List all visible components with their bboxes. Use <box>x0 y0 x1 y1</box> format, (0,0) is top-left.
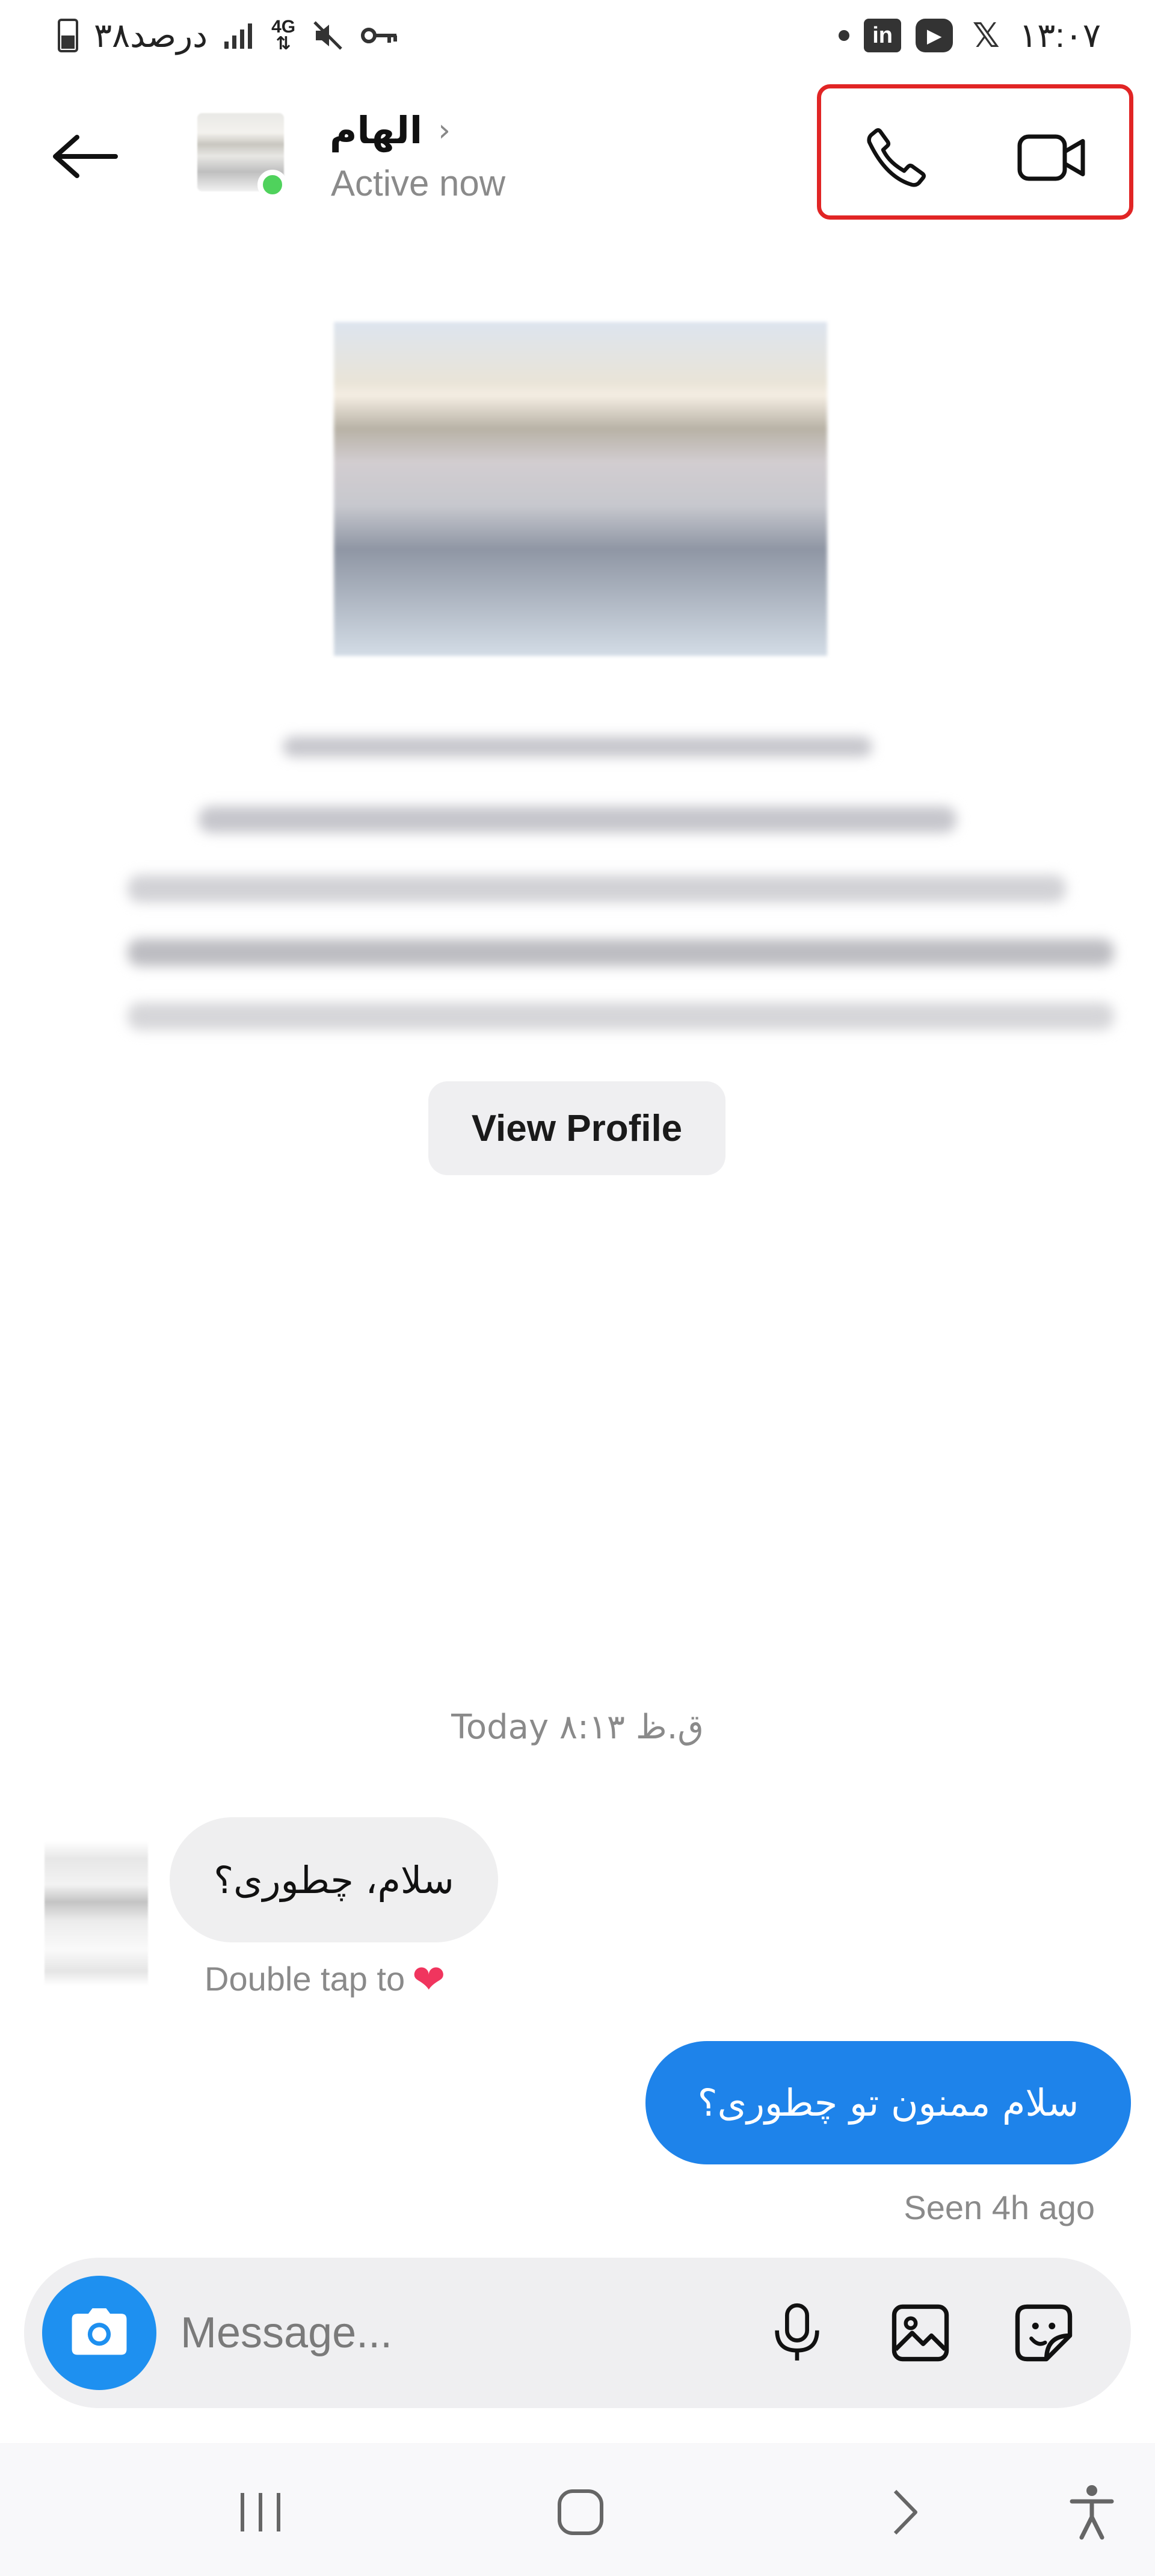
microphone-icon <box>775 2303 819 2361</box>
accessibility-button[interactable] <box>1047 2467 1137 2557</box>
image-icon <box>892 2304 949 2362</box>
contact-avatar[interactable] <box>197 113 288 200</box>
voice-message-button[interactable] <box>758 2294 836 2372</box>
chevron-right-icon: › <box>438 112 451 149</box>
profile-info-line-3 <box>128 1002 1114 1030</box>
video-camera-icon <box>1017 134 1085 181</box>
outgoing-message[interactable]: سلام ممنون تو چطوری؟ <box>645 2041 1131 2164</box>
message-composer <box>24 2258 1131 2408</box>
back-button[interactable] <box>42 114 126 199</box>
call-actions-highlight <box>817 84 1133 220</box>
contact-name: الهام <box>330 108 423 152</box>
x-icon: 𝕏 <box>972 16 1000 54</box>
sticker-icon <box>1015 2304 1073 2362</box>
chevron-right-icon <box>893 2489 917 2535</box>
dot-icon <box>839 30 850 41</box>
status-right: in ▶ 𝕏 ۱۳:۰۷ <box>839 16 1101 55</box>
camera-button[interactable] <box>42 2276 156 2390</box>
system-nav-bar <box>0 2443 1155 2576</box>
outgoing-message-text: سلام ممنون تو چطوری؟ <box>697 2081 1079 2125</box>
heart-icon: ❤ <box>412 1956 446 2001</box>
online-indicator <box>257 170 288 200</box>
home-button[interactable] <box>535 2467 626 2557</box>
double-tap-text: Double tap to <box>205 1960 405 1998</box>
incoming-message[interactable]: سلام، چطوری؟ <box>170 1817 498 1942</box>
message-timestamp: Today ۸:۱۳ ق.ظ <box>451 1708 704 1747</box>
data-arrows-icon: ⇅ <box>276 34 291 54</box>
linkedin-icon: in <box>864 19 902 52</box>
double-tap-hint: Double tap to ❤ <box>205 1956 446 2001</box>
audio-call-button[interactable] <box>857 119 935 197</box>
youtube-icon: ▶ <box>916 19 953 52</box>
battery-icon <box>58 19 78 52</box>
phone-icon <box>867 128 926 187</box>
sticker-button[interactable] <box>1005 2294 1083 2372</box>
message-input[interactable] <box>180 2294 722 2372</box>
signal-icon <box>224 23 253 49</box>
profile-picture <box>334 322 827 656</box>
profile-username-blurred <box>199 806 956 833</box>
gallery-button[interactable] <box>881 2294 959 2372</box>
status-left: ۳۸درصد 4G ⇅ <box>58 16 399 55</box>
seen-status: Seen 4h ago <box>904 2188 1095 2226</box>
chat-screen: ۳۸درصد 4G ⇅ in ▶ 𝕏 ۱۳:۰۷ الهام › Active … <box>0 0 1155 2576</box>
clock: ۱۳:۰۷ <box>1019 16 1101 54</box>
battery-text: ۳۸درصد <box>94 16 208 54</box>
incoming-message-text: سلام، چطوری؟ <box>214 1858 454 1902</box>
home-icon <box>558 2489 603 2535</box>
recent-apps-icon <box>241 2493 280 2531</box>
view-profile-button[interactable]: View Profile <box>428 1081 725 1175</box>
network-4g-icon: 4G ⇅ <box>271 17 296 54</box>
profile-name-blurred <box>283 737 872 757</box>
arrow-left-icon <box>53 135 118 178</box>
camera-icon <box>72 2308 127 2355</box>
contact-name-row[interactable]: الهام › <box>330 108 451 152</box>
accessibility-icon <box>1070 2485 1114 2540</box>
profile-info-line-1 <box>128 875 1066 903</box>
sender-avatar[interactable] <box>45 1841 148 1986</box>
chat-header: الهام › Active now <box>0 84 1155 229</box>
mute-icon <box>313 21 342 50</box>
video-call-button[interactable] <box>1014 119 1092 197</box>
network-label: 4G <box>271 17 296 37</box>
contact-status: Active now <box>331 163 506 203</box>
key-icon <box>361 28 398 43</box>
profile-info-line-2 <box>128 939 1114 966</box>
forward-button[interactable] <box>860 2467 950 2557</box>
recent-apps-button[interactable] <box>215 2467 306 2557</box>
status-bar: ۳۸درصد 4G ⇅ in ▶ 𝕏 ۱۳:۰۷ <box>0 0 1155 78</box>
